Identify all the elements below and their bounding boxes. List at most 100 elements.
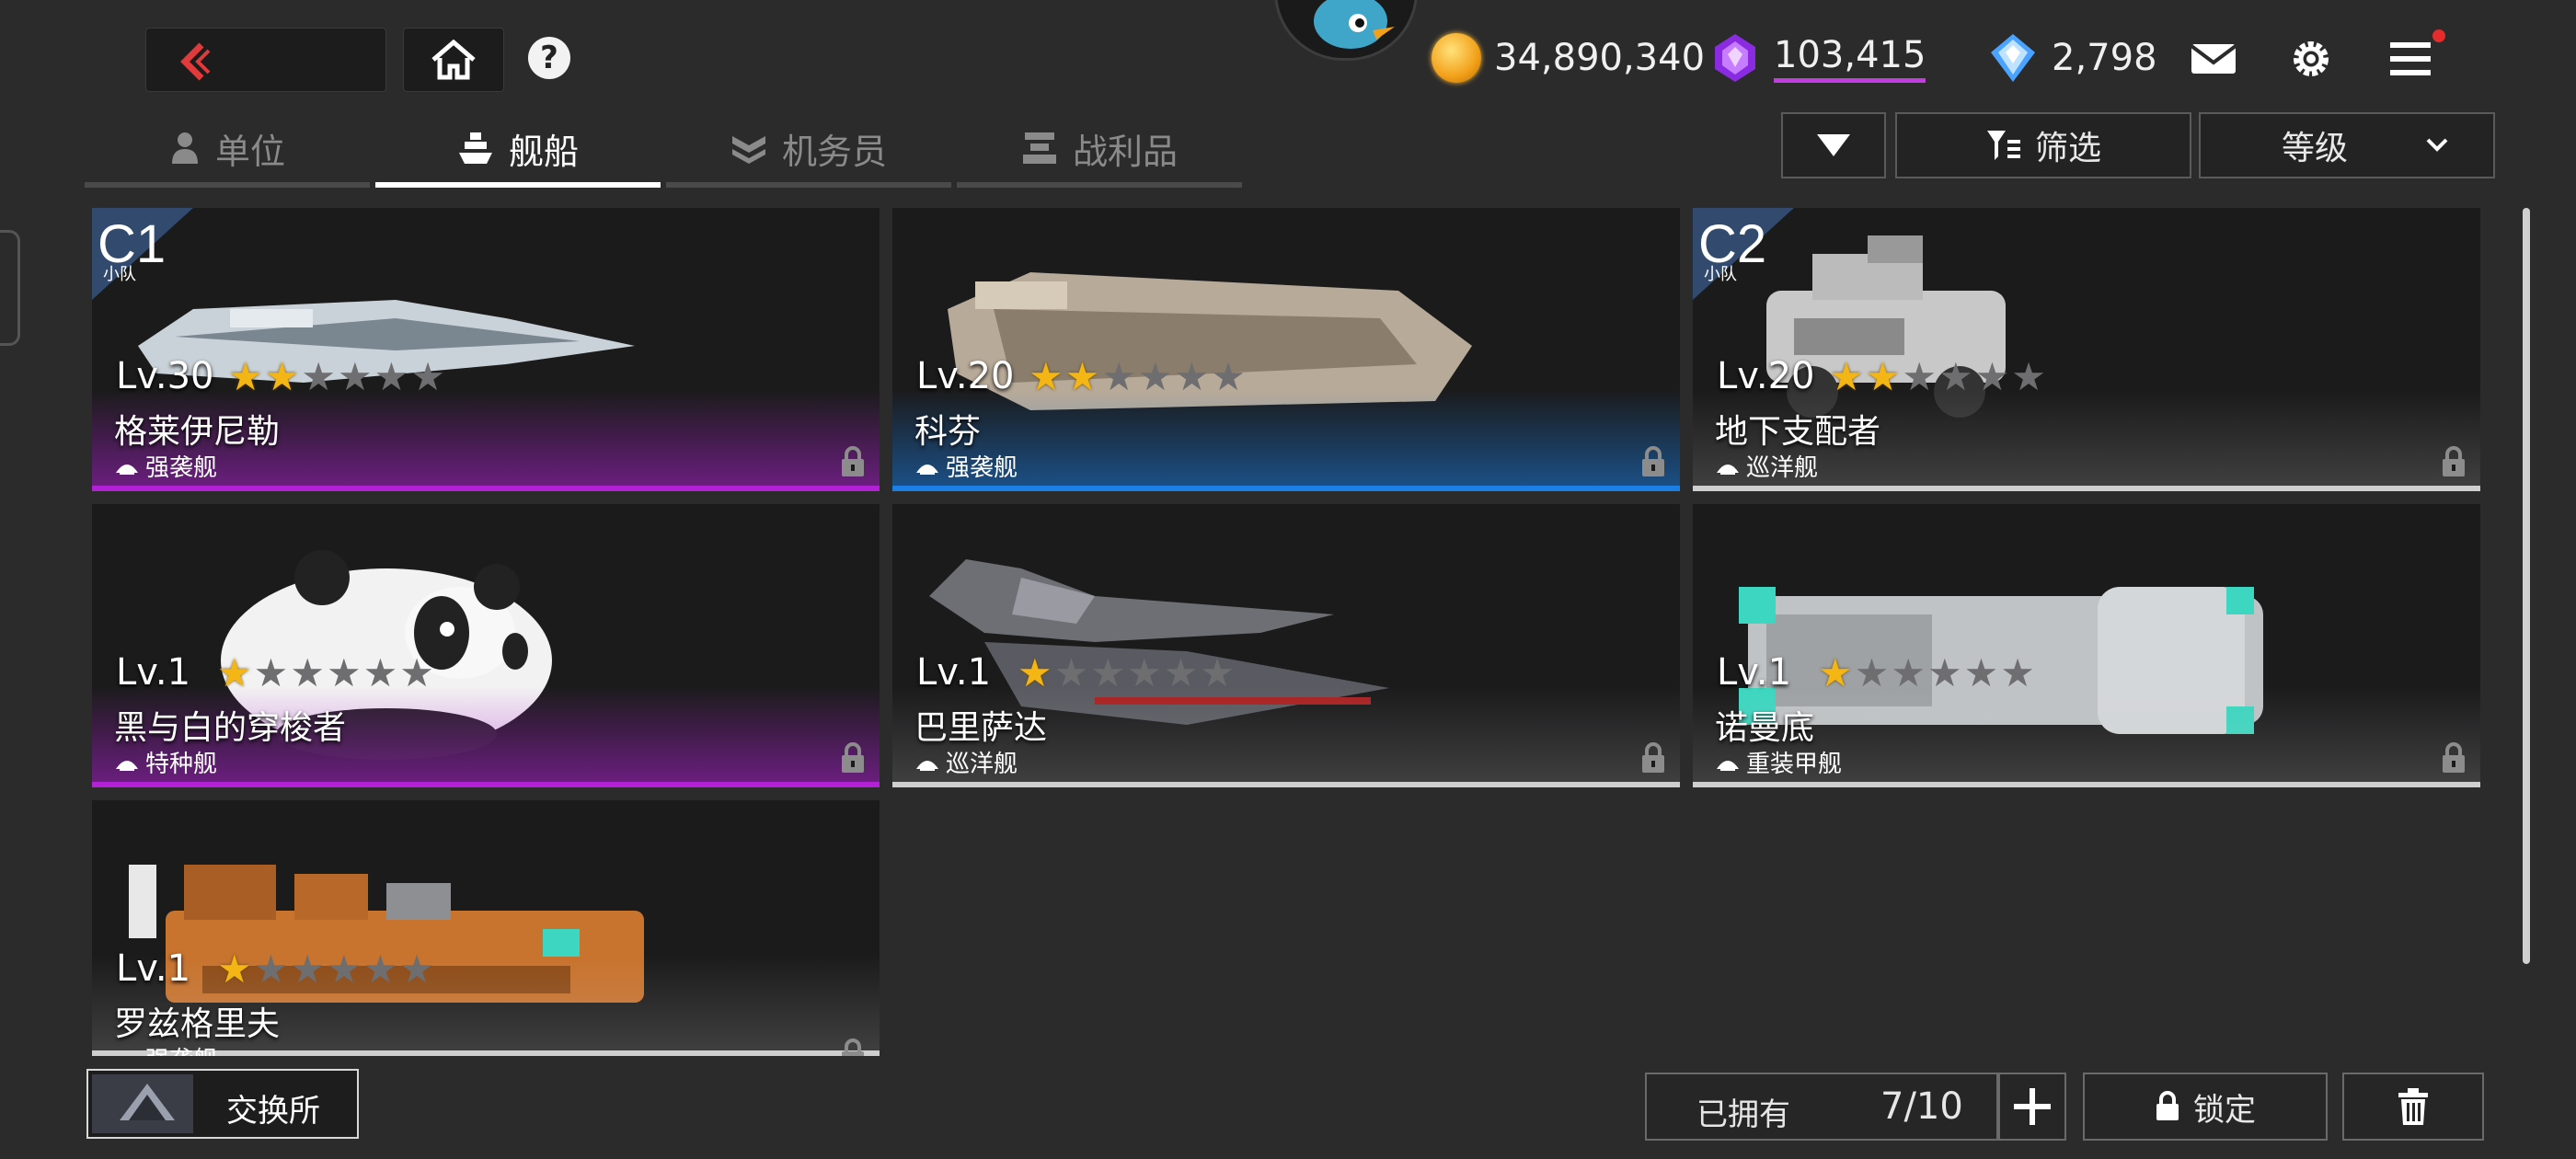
cruiser-icon (1717, 464, 1739, 475)
crew-icon (731, 136, 765, 164)
plus-icon (2014, 1088, 2051, 1125)
tab-loot[interactable]: 战利品 (957, 114, 1242, 188)
ship-card[interactable]: Lv.1 ★ ★ ★ ★ ★ ★ 黑与白的穿梭者 特种舰 (92, 504, 880, 787)
assault-ship-icon (114, 1049, 140, 1057)
star-icon: ★ (1829, 354, 1864, 399)
star-icon: ★ (326, 650, 362, 695)
ship-card[interactable]: C2 小队 Lv.20 ★ ★ ★ ★ ★ ★ 地下支配者 巡洋舰 (1693, 208, 2480, 491)
star-rating: ★ ★ ★ ★ ★ ★ (1829, 354, 2046, 399)
help-icon[interactable]: ? (528, 37, 570, 79)
lock-button[interactable]: 锁定 (2083, 1073, 2328, 1141)
ship-name: 巴里萨达 (914, 709, 1048, 747)
lock-icon[interactable] (1639, 445, 1667, 478)
exchange-icon (92, 1074, 193, 1133)
ship-class: 强袭舰 (914, 449, 1018, 483)
star-icon: ★ (1101, 354, 1136, 399)
mail-icon[interactable] (2186, 31, 2241, 86)
star-icon: ★ (2000, 650, 2035, 695)
chevron-down-icon (2426, 138, 2448, 152)
star-icon: ★ (1163, 650, 1199, 695)
ship-level: Lv.20 (916, 355, 1015, 397)
ship-name: 罗兹格里夫 (114, 1005, 281, 1043)
star-icon: ★ (1865, 354, 1901, 399)
home-icon (431, 40, 476, 80)
star-icon: ★ (1018, 650, 1052, 695)
ship-level: Lv.1 (1717, 651, 1792, 694)
rarity-bar (892, 486, 1680, 491)
ship-card[interactable]: Lv.20 ★ ★ ★ ★ ★ ★ 科芬 强袭舰 (892, 208, 1680, 491)
mascot-avatar[interactable] (1274, 0, 1418, 61)
expand-capacity-button[interactable] (1998, 1073, 2066, 1141)
ship-icon (458, 132, 492, 164)
star-rating: ★ ★ ★ ★ ★ ★ (1029, 354, 1246, 399)
star-icon: ★ (374, 354, 409, 399)
rarity-bar (1693, 486, 2480, 491)
sort-dropdown[interactable]: 等级 (2199, 112, 2495, 178)
lock-icon[interactable] (2440, 445, 2467, 478)
special-ship-icon (116, 760, 138, 771)
lock-icon (2156, 1091, 2179, 1120)
star-icon: ★ (1126, 650, 1162, 695)
ship-card[interactable]: Lv.1 ★ ★ ★ ★ ★ ★ 诺曼底 重装甲舰 (1693, 504, 2480, 787)
star-icon: ★ (1963, 650, 1999, 695)
star-icon: ★ (253, 650, 289, 695)
star-icon: ★ (337, 354, 373, 399)
star-icon: ★ (410, 354, 445, 399)
ship-card[interactable]: Lv.1 ★★★★★★ 罗兹格里夫 强袭舰 (92, 800, 880, 1056)
ship-card[interactable]: C1 小队 Lv.30 ★ ★ ★ ★ ★ ★ 格莱伊尼勒 强袭舰 (92, 208, 880, 491)
ship-name: 黑与白的穿梭者 (114, 709, 347, 747)
star-rating: ★ ★ ★ ★ ★ ★ (228, 354, 445, 399)
lock-icon[interactable] (1639, 741, 1667, 775)
star-icon: ★ (1938, 354, 1973, 399)
tab-crew[interactable]: 机务员 (666, 114, 951, 188)
ship-level: Lv.1 (116, 947, 191, 990)
star-icon: ★ (399, 650, 434, 695)
settings-gear-icon[interactable] (2283, 31, 2339, 86)
ship-level: Lv.20 (1717, 355, 1815, 397)
star-icon: ★ (290, 650, 325, 695)
rarity-bar (892, 782, 1680, 787)
crystal-counter: 103,415 (1709, 26, 1926, 90)
star-icon: ★ (1926, 650, 1962, 695)
ship-name: 地下支配者 (1715, 413, 1881, 451)
star-icon: ★ (362, 947, 398, 992)
home-button[interactable] (403, 28, 504, 92)
lock-icon[interactable] (2440, 741, 2467, 775)
star-icon: ★ (290, 947, 325, 992)
star-icon: ★ (1902, 354, 1937, 399)
ship-class: 巡洋舰 (1715, 449, 1818, 483)
lock-icon[interactable] (839, 445, 867, 478)
tab-units[interactable]: 单位 (85, 114, 370, 188)
squad-badge: C1 小队 (92, 208, 193, 300)
lock-icon[interactable] (839, 741, 867, 775)
menu-icon[interactable] (2383, 31, 2438, 86)
ship-class: 重装甲舰 (1715, 745, 1842, 779)
star-icon: ★ (1854, 650, 1890, 695)
owned-capacity: 已拥有 7/10 (1645, 1073, 1998, 1141)
star-icon: ★ (1174, 354, 1210, 399)
side-panel-handle[interactable] (0, 230, 20, 346)
diamond-counter: 2,798 (1987, 26, 2157, 90)
triangle-down-icon (1817, 134, 1850, 156)
star-icon: ★ (228, 354, 263, 399)
back-button[interactable] (145, 28, 386, 92)
gold-coin-icon (1432, 33, 1481, 83)
assault-ship-icon (916, 464, 938, 475)
scrollbar[interactable] (2523, 208, 2530, 964)
filter-icon (1986, 131, 2020, 160)
filter-button[interactable]: 筛选 (1895, 112, 2191, 178)
ship-level: Lv.1 (916, 651, 992, 694)
star-icon: ★ (217, 650, 252, 695)
heavy-armor-ship-icon (1717, 760, 1739, 771)
tab-ships[interactable]: 舰船 (375, 114, 661, 188)
exchange-button[interactable]: 交换所 (86, 1069, 359, 1139)
sort-order-button[interactable] (1781, 112, 1886, 178)
star-icon: ★ (399, 947, 434, 992)
lock-icon[interactable] (839, 1038, 867, 1056)
ship-class: 特种舰 (114, 745, 217, 779)
star-rating: ★ ★ ★ ★ ★ ★ (1018, 650, 1235, 695)
star-icon: ★ (253, 947, 289, 992)
ship-card[interactable]: Lv.1 ★ ★ ★ ★ ★ ★ 巴里萨达 巡洋舰 (892, 504, 1680, 787)
delete-button[interactable] (2342, 1073, 2484, 1141)
star-rating: ★ ★ ★ ★ ★ ★ (217, 947, 434, 992)
